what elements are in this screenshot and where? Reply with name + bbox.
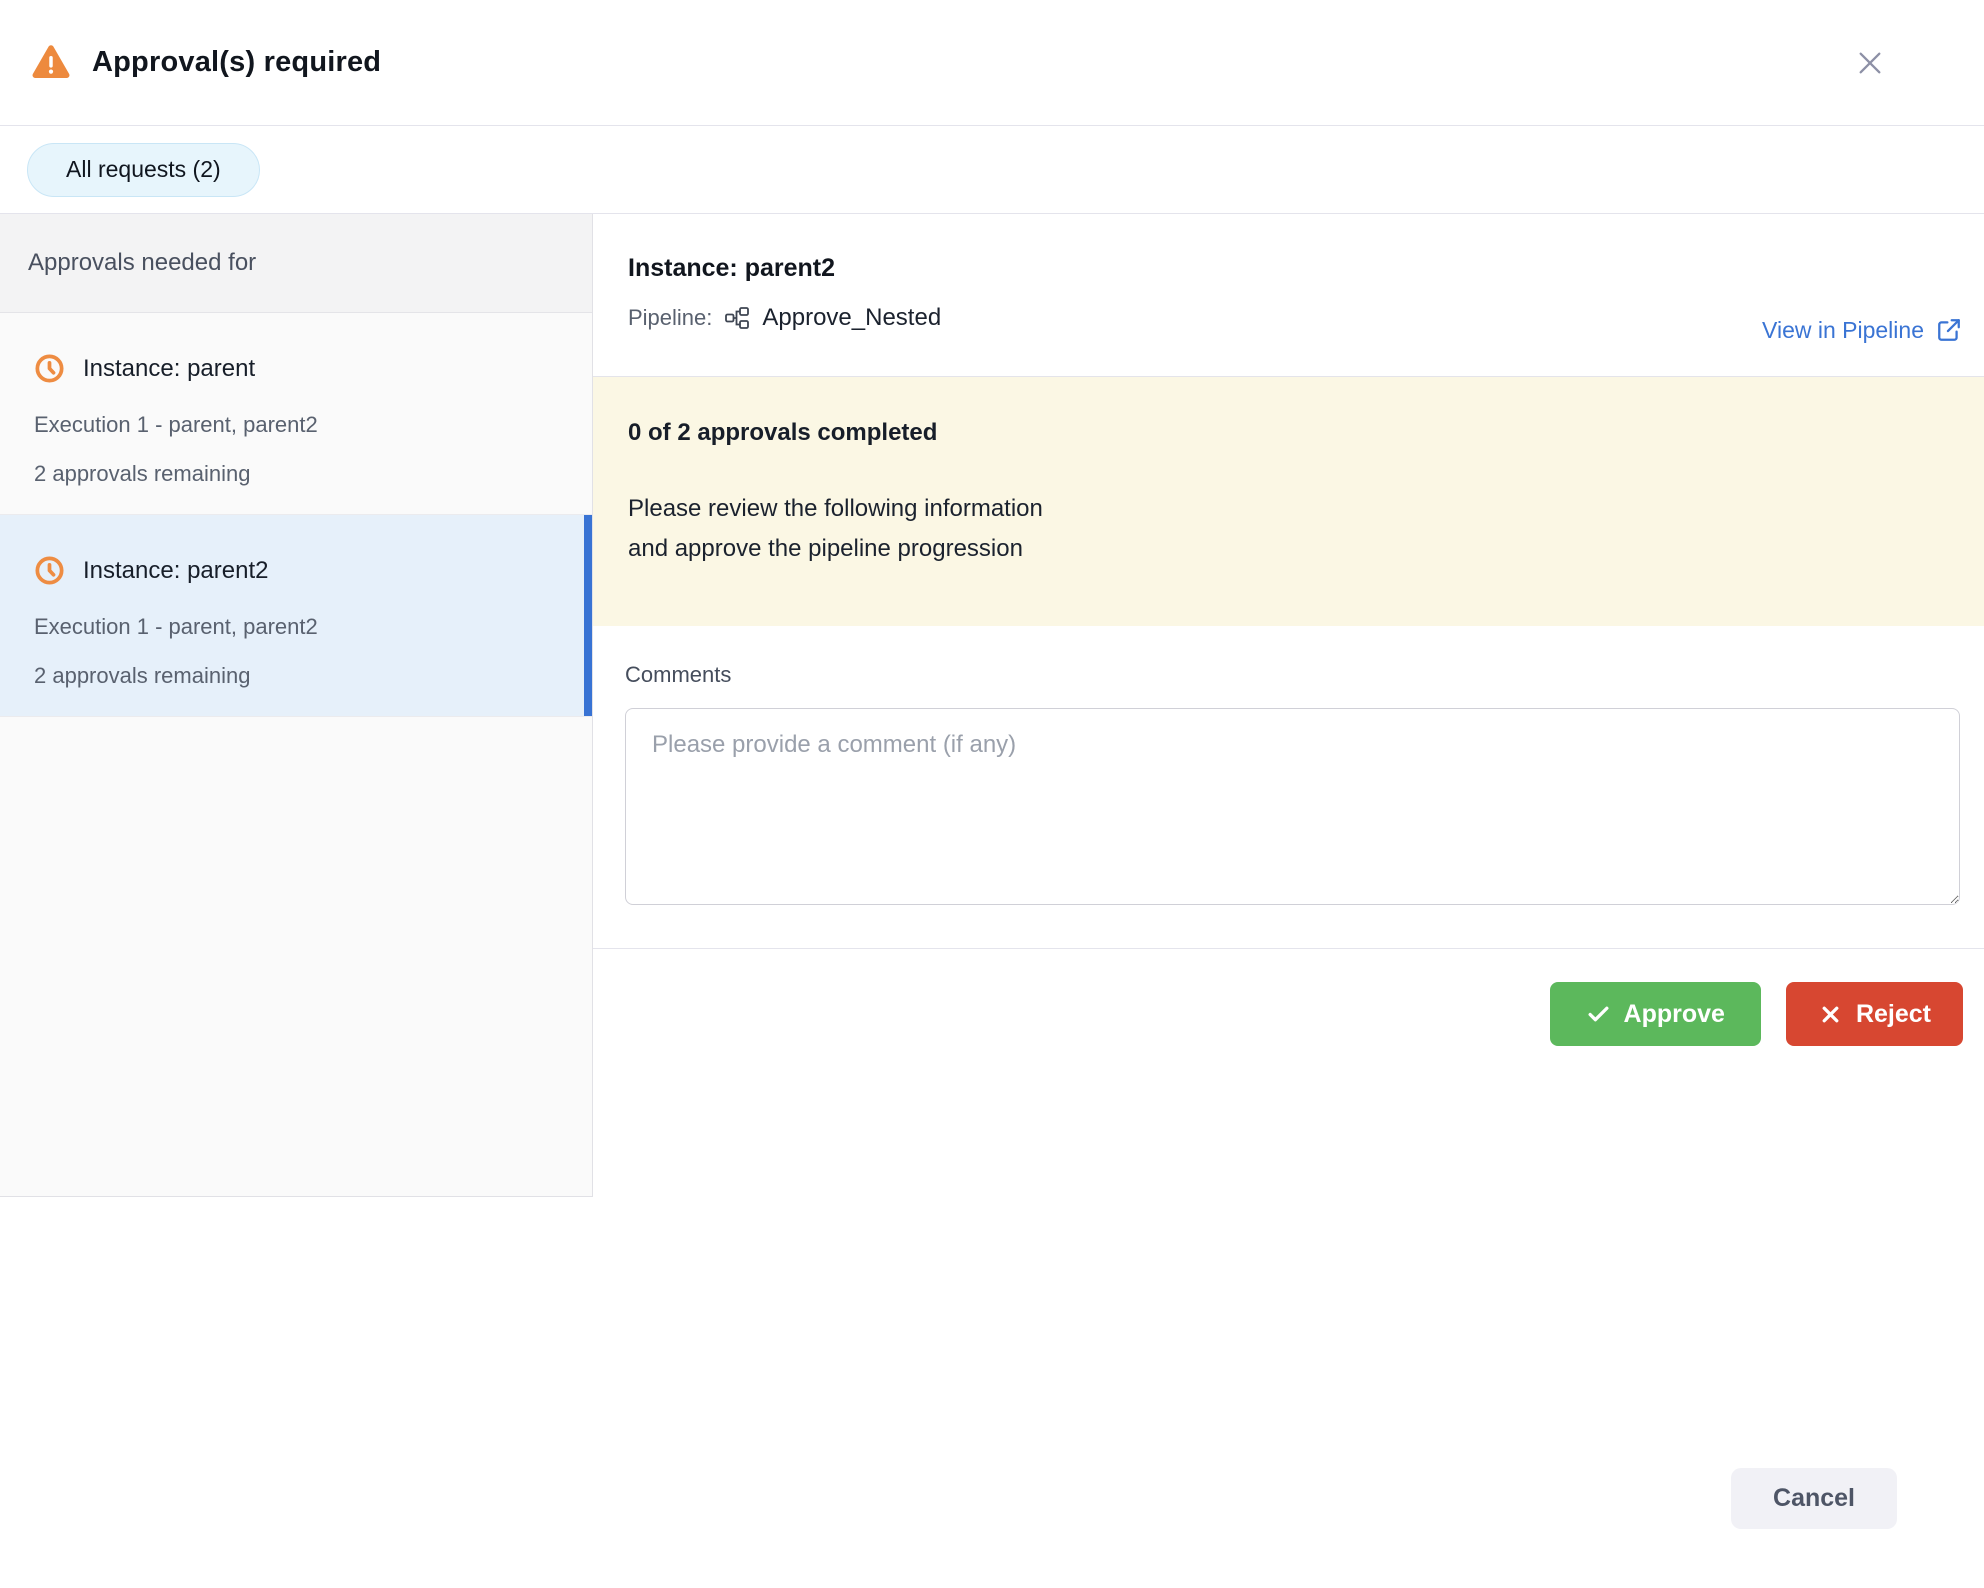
close-icon — [1854, 47, 1886, 79]
approval-list-item-parent2[interactable]: Instance: parent2 Execution 1 - parent, … — [0, 515, 592, 717]
approval-progress-text: 0 of 2 approvals completed — [628, 419, 1949, 447]
item-title-row: Instance: parent2 — [34, 515, 558, 586]
pipeline-tree-icon — [724, 306, 750, 330]
item-title-row: Instance: parent — [34, 313, 558, 384]
action-row: Approve Reject — [593, 948, 1984, 1046]
approvals-sidebar: Approvals needed for Instance: parent Ex… — [0, 214, 593, 1197]
instance-title: Instance: parent2 — [628, 254, 941, 283]
view-in-pipeline-label: View in Pipeline — [1762, 317, 1924, 344]
reject-label: Reject — [1856, 1000, 1931, 1029]
item-remaining: 2 approvals remaining — [34, 461, 558, 487]
external-link-icon — [1936, 317, 1962, 343]
item-execution: Execution 1 - parent, parent2 — [34, 614, 558, 640]
modal-content: Approvals needed for Instance: parent Ex… — [0, 213, 1984, 1588]
tab-row: All requests (2) — [0, 126, 1984, 213]
approval-modal: Approval(s) required All requests (2) Ap… — [0, 0, 1984, 1588]
sidebar-header: Approvals needed for — [0, 214, 592, 313]
banner-message-line1: Please review the following information — [628, 489, 1949, 529]
modal-header: Approval(s) required — [0, 0, 1984, 126]
pipeline-name: Approve_Nested — [762, 304, 941, 332]
x-icon — [1818, 1002, 1843, 1027]
close-button[interactable] — [1852, 45, 1888, 81]
pipeline-label: Pipeline: — [628, 305, 712, 331]
pipeline-row: Pipeline: Approve_Nested — [628, 304, 941, 332]
comments-label: Comments — [625, 662, 1960, 688]
comments-section: Comments — [593, 626, 1984, 905]
cancel-button[interactable]: Cancel — [1731, 1468, 1897, 1529]
approval-list-item-parent[interactable]: Instance: parent Execution 1 - parent, p… — [0, 313, 592, 515]
check-icon — [1586, 1002, 1611, 1027]
detail-header-left: Instance: parent2 Pipeline: Approve_Nest… — [628, 254, 941, 376]
reject-button[interactable]: Reject — [1786, 982, 1963, 1046]
modal-title: Approval(s) required — [92, 46, 381, 79]
item-remaining: 2 approvals remaining — [34, 663, 558, 689]
detail-header: Instance: parent2 Pipeline: Approve_Nest… — [593, 214, 1984, 376]
item-title: Instance: parent — [83, 355, 255, 383]
item-title: Instance: parent2 — [83, 557, 268, 585]
approve-label: Approve — [1624, 1000, 1725, 1029]
approve-button[interactable]: Approve — [1550, 982, 1761, 1046]
tab-all-requests[interactable]: All requests (2) — [27, 143, 260, 197]
approval-status-banner: 0 of 2 approvals completed Please review… — [593, 376, 1984, 626]
clock-icon — [34, 555, 65, 586]
comment-textarea[interactable] — [625, 708, 1960, 905]
view-in-pipeline-link[interactable]: View in Pipeline — [1762, 284, 1962, 376]
item-execution: Execution 1 - parent, parent2 — [34, 412, 558, 438]
warning-triangle-icon — [28, 41, 74, 85]
approval-detail-panel: Instance: parent2 Pipeline: Approve_Nest… — [593, 214, 1984, 1046]
banner-message-line2: and approve the pipeline progression — [628, 529, 1949, 569]
clock-icon — [34, 353, 65, 384]
